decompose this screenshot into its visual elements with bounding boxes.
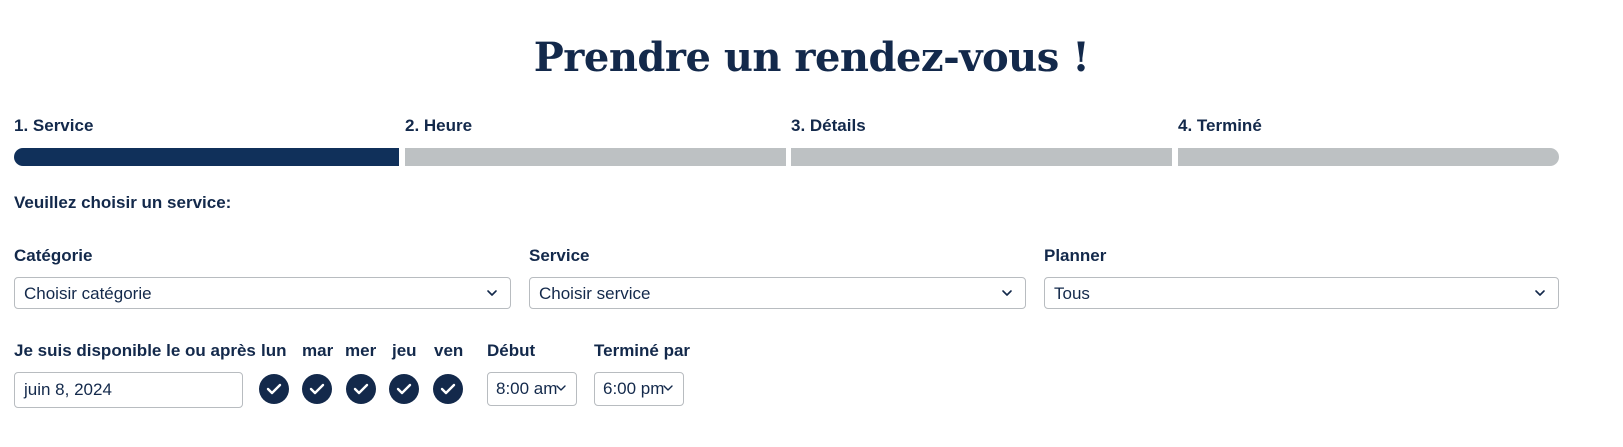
step-bar-details bbox=[791, 148, 1172, 166]
chevron-down-icon bbox=[487, 290, 497, 296]
chevron-down-icon bbox=[1535, 290, 1545, 296]
service-select-value: Choisir service bbox=[539, 284, 651, 303]
step-termine[interactable]: 4. Terminé bbox=[1178, 116, 1262, 140]
page-title: Prendre un rendez-vous ! bbox=[533, 34, 1090, 81]
chevron-down-icon bbox=[1002, 290, 1012, 296]
step-label: 2. Heure bbox=[405, 116, 473, 135]
day-checkbox-ven[interactable] bbox=[433, 374, 463, 404]
booking-steps: 1. Service 2. Heure 3. Détails 4. Termin… bbox=[14, 116, 1614, 170]
service-prompt: Veuillez choisir un service: bbox=[14, 193, 232, 212]
start-time-select[interactable]: 8:00 am bbox=[487, 372, 577, 406]
availability-label: Je suis disponible le ou après bbox=[14, 341, 256, 360]
check-icon bbox=[309, 383, 325, 395]
day-label-mar: mar bbox=[302, 341, 334, 360]
day-checkbox-mer[interactable] bbox=[346, 374, 376, 404]
service-select[interactable]: Choisir service bbox=[529, 277, 1026, 309]
check-icon bbox=[396, 383, 412, 395]
chevron-down-icon bbox=[663, 385, 673, 391]
end-time-value: 6:00 pm bbox=[603, 379, 665, 398]
category-select-value: Choisir catégorie bbox=[24, 284, 152, 303]
planner-select-value: Tous bbox=[1054, 284, 1090, 303]
end-time-select[interactable]: 6:00 pm bbox=[594, 372, 684, 406]
chevron-down-icon bbox=[556, 385, 566, 391]
service-label: Service bbox=[529, 246, 590, 265]
step-details[interactable]: 3. Détails bbox=[791, 116, 866, 140]
check-icon bbox=[266, 383, 282, 395]
step-label: 3. Détails bbox=[791, 116, 866, 135]
step-label: 4. Terminé bbox=[1178, 116, 1262, 135]
planner-label: Planner bbox=[1044, 246, 1107, 265]
start-time-value: 8:00 am bbox=[496, 379, 558, 398]
step-heure[interactable]: 2. Heure bbox=[405, 116, 472, 140]
step-bar-heure bbox=[405, 148, 786, 166]
step-bar-termine bbox=[1178, 148, 1559, 166]
category-select[interactable]: Choisir catégorie bbox=[14, 277, 511, 309]
check-icon bbox=[440, 383, 456, 395]
day-label-ven: ven bbox=[434, 341, 464, 360]
day-label-jeu: jeu bbox=[392, 341, 417, 360]
check-icon bbox=[353, 383, 369, 395]
category-label: Catégorie bbox=[14, 246, 93, 265]
availability-date-input[interactable]: juin 8, 2024 bbox=[14, 372, 243, 408]
day-label-lun: lun bbox=[261, 341, 287, 360]
step-service[interactable]: 1. Service bbox=[14, 116, 93, 140]
planner-select[interactable]: Tous bbox=[1044, 277, 1559, 309]
step-bar-service bbox=[14, 148, 399, 166]
day-checkbox-lun[interactable] bbox=[259, 374, 289, 404]
end-time-label: Terminé par bbox=[594, 341, 691, 360]
day-label-mer: mer bbox=[345, 341, 377, 360]
day-checkbox-jeu[interactable] bbox=[389, 374, 419, 404]
start-time-label: Début bbox=[487, 341, 536, 360]
day-checkbox-mar[interactable] bbox=[302, 374, 332, 404]
step-label: 1. Service bbox=[14, 116, 94, 135]
